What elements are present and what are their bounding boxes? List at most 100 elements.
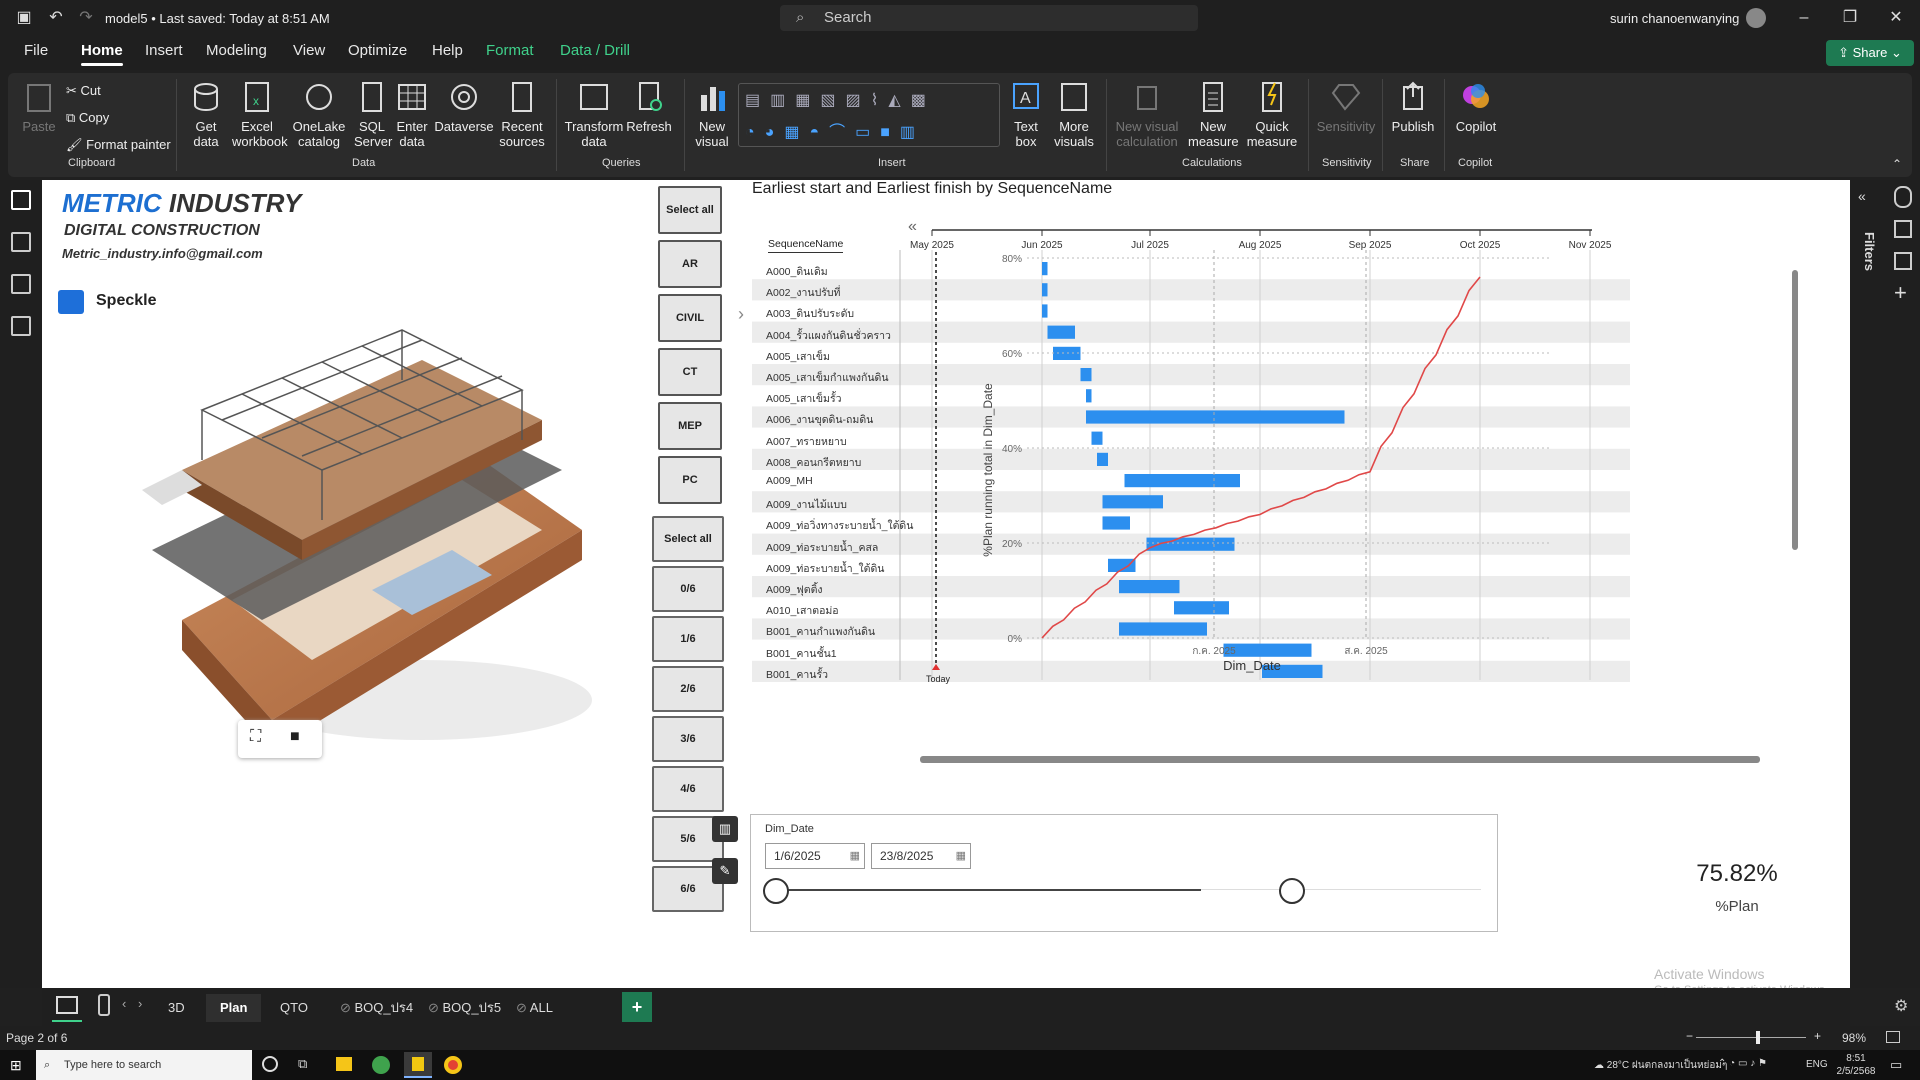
slider-end-handle[interactable] [1279,878,1305,904]
paste-button[interactable]: Paste [18,81,60,134]
slicer-phase-select-all[interactable]: Select all [652,516,724,562]
fullscreen-icon[interactable]: ⛶ [250,728,261,746]
menu-help[interactable]: Help [432,42,463,59]
power-bi-taskbar-icon[interactable] [404,1052,432,1078]
date-range-slicer[interactable]: Dim_Date 1/6/2025 ▦ 23/8/2025 ▦ [750,814,1498,932]
close-icon[interactable]: ✕ [1886,8,1906,28]
cut-button[interactable]: ✂ Cut [66,83,101,99]
tray-icons[interactable]: ⌃ ◔ ▭ ♪ ⚑ [1718,1058,1767,1069]
add-pane-icon[interactable]: + [1894,280,1907,306]
new-visual-button[interactable]: New visual [692,81,732,149]
camera-icon[interactable]: ■ [290,728,300,746]
tab-qto[interactable]: QTO [266,994,322,1022]
avatar[interactable] [1746,8,1766,28]
next-page-icon[interactable]: › [138,996,142,1011]
sensitivity-button[interactable]: Sensitivity [1314,81,1378,134]
visualizations-gallery[interactable]: ▤▥▦▧▨⌇◭▩ ◔◕▦◓⌒▭■▥ [738,83,1000,147]
building-3d-model[interactable] [122,320,642,770]
slicer-phase-0-6[interactable]: 0/6 [652,566,724,612]
zoom-slider[interactable] [1696,1037,1806,1038]
search-input[interactable]: ⌕ Search [780,5,1198,31]
chrome-icon[interactable] [444,1056,462,1074]
new-measure-button[interactable]: New measure [1188,81,1239,149]
menu-view[interactable]: View [293,42,325,59]
menu-home[interactable]: Home [81,42,123,66]
format-pane-icon[interactable] [1894,252,1912,270]
table-view-icon[interactable] [11,232,31,252]
cortana-icon[interactable] [262,1056,278,1072]
undo-icon[interactable]: ↶ [46,8,66,28]
chevron-right-icon[interactable]: › [738,304,744,325]
desktop-layout-icon[interactable] [56,996,78,1014]
slicer-phase-2-6[interactable]: 2/6 [652,666,724,712]
notification-icon[interactable]: ▭ [1890,1057,1902,1073]
zoom-level[interactable]: 98% [1842,1031,1866,1045]
report-view-icon[interactable] [11,190,31,210]
menu-insert[interactable]: Insert [145,42,183,59]
tab-plan[interactable]: Plan [206,994,262,1022]
enter-data-button[interactable]: Enter data [394,81,430,149]
tab-boq-5[interactable]: ⊘ BOQ_ปร5 [414,994,515,1022]
clock-time[interactable]: 8:51 [1836,1053,1876,1064]
edit-visual-icon[interactable]: ✎ [712,858,738,884]
get-data-button[interactable]: Get data [184,81,228,149]
file-status[interactable]: model5 • Last saved: Today at 8:51 AM [105,11,330,26]
line-app-icon[interactable] [372,1056,390,1074]
language-indicator[interactable]: ENG [1806,1059,1828,1070]
collapse-pane-icon[interactable]: « [1858,188,1866,204]
slicer-phase-3-6[interactable]: 3/6 [652,716,724,762]
file-explorer-icon[interactable] [336,1057,352,1071]
windows-start-icon[interactable]: ⊞ [10,1057,22,1074]
tab-all[interactable]: ⊘ ALL [502,994,567,1022]
slicer-discipline-select-all[interactable]: Select all [658,186,722,234]
mobile-layout-icon[interactable] [98,994,110,1016]
clock-date[interactable]: 2/5/2568 [1832,1066,1880,1077]
quick-measure-button[interactable]: Quick measure [1240,81,1304,149]
text-box-button[interactable]: A Text box [1006,81,1046,149]
refresh-button[interactable]: Refresh [626,81,672,134]
slicer-phase-4-6[interactable]: 4/6 [652,766,724,812]
restore-icon[interactable]: ❐ [1840,8,1860,28]
share-button[interactable]: ⇪ Share ⌄ [1826,40,1914,66]
calendar-icon[interactable]: ▦ [850,844,860,868]
dataverse-button[interactable]: Dataverse [434,81,494,134]
tab-3d[interactable]: 3D [154,994,199,1022]
visual-format-icon[interactable]: ▥ [712,816,738,842]
taskbar-search-input[interactable]: ⌕ Type here to search [36,1050,252,1080]
dax-query-icon[interactable] [11,316,31,336]
filters-pane-tab[interactable]: Filters [1862,232,1877,271]
save-icon[interactable]: ▣ [14,8,34,28]
minimize-icon[interactable]: – [1794,8,1814,28]
copy-button[interactable]: ⧉ Copy [66,110,109,126]
slicer-discipline-ar[interactable]: AR [658,240,722,288]
onelake-catalog-button[interactable]: OneLake catalog [290,81,348,149]
menu-file[interactable]: File [24,42,48,59]
sql-server-button[interactable]: SQL Server [354,81,392,149]
end-date-input[interactable]: 23/8/2025 ▦ [871,843,971,869]
more-visuals-button[interactable]: More visuals [1050,81,1098,149]
slicer-discipline-mep[interactable]: MEP [658,402,722,450]
weather-widget[interactable]: ☁ 28°C ฝนตกลงมาเป็นหย่อมๆ [1594,1058,1727,1073]
prev-page-icon[interactable]: ‹ [122,996,126,1011]
zoom-out-icon[interactable]: − [1686,1029,1693,1043]
recent-sources-button[interactable]: Recent sources [494,81,550,149]
transform-data-button[interactable]: Transform data [564,81,624,149]
slider-start-handle[interactable] [763,878,789,904]
redo-icon[interactable]: ↷ [76,8,96,28]
data-pane-icon[interactable] [1894,186,1912,208]
new-visual-calculation-button[interactable]: New visual calculation [1112,81,1182,149]
visualizations-pane-icon[interactable] [1894,220,1912,238]
menu-optimize[interactable]: Optimize [348,42,407,59]
settings-gear-icon[interactable]: ⚙ [1894,996,1908,1016]
task-view-icon[interactable]: ⧉ [298,1056,307,1072]
model-view-icon[interactable] [11,274,31,294]
fit-page-icon[interactable] [1886,1031,1900,1043]
menu-data-drill[interactable]: Data / Drill [560,42,630,59]
excel-workbook-button[interactable]: x Excel workbook [232,81,288,149]
zoom-slider-handle[interactable] [1756,1031,1760,1044]
menu-modeling[interactable]: Modeling [206,42,267,59]
slicer-discipline-ct[interactable]: CT [658,348,722,396]
zoom-in-icon[interactable]: + [1814,1029,1821,1043]
calendar-icon[interactable]: ▦ [956,844,966,868]
slicer-discipline-civil[interactable]: CIVIL [658,294,722,342]
